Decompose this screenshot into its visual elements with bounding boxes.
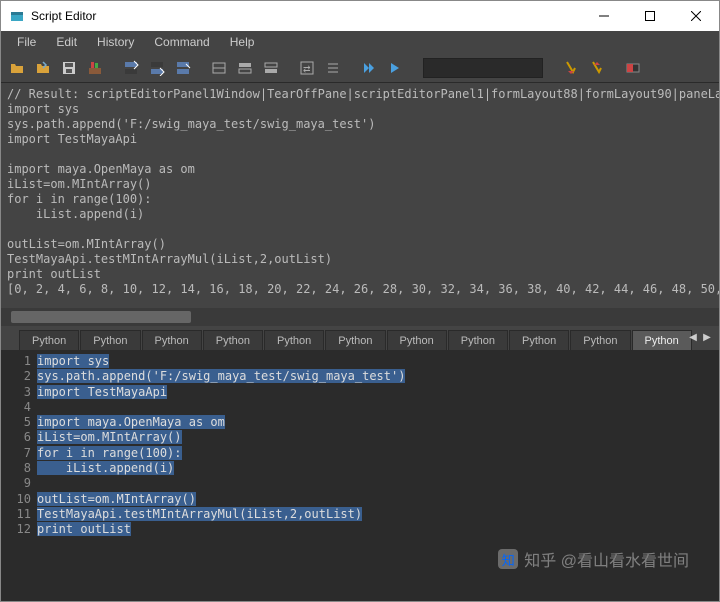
output-line: [0, 2, 4, 6, 8, 10, 12, 14, 16, 18, 20, … — [7, 282, 719, 296]
tab-python-5[interactable]: Python — [325, 330, 385, 350]
menubar: File Edit History Command Help — [1, 31, 719, 53]
code-line[interactable]: import TestMayaApi — [37, 385, 719, 400]
code-line[interactable]: outList=om.MIntArray() — [37, 492, 719, 507]
source-script-icon[interactable] — [31, 56, 55, 80]
clear-all-icon[interactable] — [171, 56, 195, 80]
menu-file[interactable]: File — [7, 33, 46, 51]
output-pane[interactable]: // Result: scriptEditorPanel1Window|Tear… — [1, 83, 719, 308]
output-line: iList.append(i) — [7, 207, 144, 221]
code-line[interactable]: iList=om.MIntArray() — [37, 430, 719, 445]
window-title: Script Editor — [31, 9, 581, 23]
app-icon — [9, 8, 25, 24]
menu-command[interactable]: Command — [144, 33, 219, 51]
output-line: import maya.OpenMaya as om — [7, 162, 195, 176]
history-output-icon[interactable] — [233, 56, 257, 80]
clear-history-icon[interactable] — [119, 56, 143, 80]
output-line: for i in range(100): — [7, 192, 152, 206]
output-line: outList=om.MIntArray() — [7, 237, 166, 251]
code-line[interactable]: sys.path.append('F:/swig_maya_test/swig_… — [37, 369, 719, 384]
output-line: TestMayaApi.testMIntArrayMul(iList,2,out… — [7, 252, 332, 266]
tab-python-9[interactable]: Python — [570, 330, 630, 350]
code-line[interactable]: import sys — [37, 354, 719, 369]
scrollbar-thumb[interactable] — [11, 311, 191, 323]
tab-python-3[interactable]: Python — [203, 330, 263, 350]
minimize-button[interactable] — [581, 1, 627, 31]
tab-python-1[interactable]: Python — [80, 330, 140, 350]
tab-options-icon[interactable] — [621, 56, 645, 80]
clear-input-icon[interactable] — [145, 56, 169, 80]
echo-commands-icon[interactable]: ⇄ — [295, 56, 319, 80]
code-line[interactable]: print outList — [37, 522, 719, 537]
tab-python-0[interactable]: Python — [19, 330, 79, 350]
output-line: // Result: scriptEditorPanel1Window|Tear… — [7, 87, 719, 101]
script-editor-window: Script Editor File Edit History Command … — [0, 0, 720, 602]
close-button[interactable] — [673, 1, 719, 31]
titlebar[interactable]: Script Editor — [1, 1, 719, 31]
output-line: sys.path.append('F:/swig_maya_test/swig_… — [7, 117, 375, 131]
open-script-icon[interactable] — [5, 56, 29, 80]
code-line[interactable]: TestMayaApi.testMIntArrayMul(iList,2,out… — [37, 507, 719, 522]
code-line[interactable]: iList.append(i) — [37, 461, 719, 476]
goto-line-up-icon[interactable] — [585, 56, 609, 80]
menu-edit[interactable]: Edit — [46, 33, 87, 51]
tab-python-4[interactable]: Python — [264, 330, 324, 350]
code-line[interactable] — [37, 476, 719, 491]
tab-strip: Python Python Python Python Python Pytho… — [1, 326, 719, 350]
tab-python-2[interactable]: Python — [142, 330, 202, 350]
menu-history[interactable]: History — [87, 33, 144, 51]
maximize-button[interactable] — [627, 1, 673, 31]
history-input-icon[interactable] — [207, 56, 231, 80]
line-numbers-icon[interactable] — [321, 56, 345, 80]
execute-all-icon[interactable] — [357, 56, 381, 80]
output-line: print outList — [7, 267, 101, 281]
tab-python-6[interactable]: Python — [387, 330, 447, 350]
toolbar: ⇄ — [1, 53, 719, 83]
execute-icon[interactable] — [383, 56, 407, 80]
line-gutter: 123456789101112 — [1, 350, 37, 601]
output-line: import sys — [7, 102, 79, 116]
tab-python-7[interactable]: Python — [448, 330, 508, 350]
goto-line-down-icon[interactable] — [559, 56, 583, 80]
code-area[interactable]: import syssys.path.append('F:/swig_maya_… — [37, 350, 719, 601]
horizontal-scrollbar[interactable] — [1, 308, 719, 326]
content-area: File Edit History Command Help ⇄ — [1, 31, 719, 601]
tab-scroll-right-icon[interactable]: ▶ — [701, 329, 713, 345]
output-line: iList=om.MIntArray() — [7, 177, 152, 191]
code-line[interactable]: import maya.OpenMaya as om — [37, 415, 719, 430]
svg-text:⇄: ⇄ — [303, 64, 311, 74]
save-to-shelf-icon[interactable] — [83, 56, 107, 80]
tab-python-8[interactable]: Python — [509, 330, 569, 350]
tab-python-active[interactable]: Python — [632, 330, 692, 350]
editor-pane[interactable]: 123456789101112 import syssys.path.appen… — [1, 350, 719, 601]
code-line[interactable] — [37, 400, 719, 415]
code-line[interactable]: for i in range(100): — [37, 446, 719, 461]
search-field[interactable] — [423, 58, 543, 78]
save-script-icon[interactable] — [57, 56, 81, 80]
history-both-icon[interactable] — [259, 56, 283, 80]
output-line: import TestMayaApi — [7, 132, 137, 146]
tab-scroll-left-icon[interactable]: ◀ — [687, 329, 699, 345]
menu-help[interactable]: Help — [220, 33, 265, 51]
